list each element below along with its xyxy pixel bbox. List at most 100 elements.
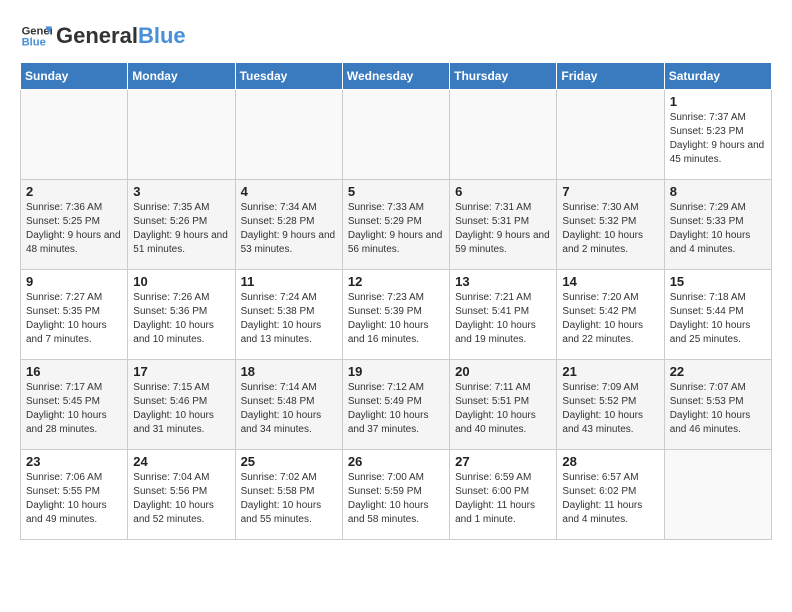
calendar-cell: 27 Sunrise: 6:59 AM Sunset: 6:00 PM Dayli…: [450, 450, 557, 540]
day-number: 11: [241, 274, 337, 289]
day-info: Sunrise: 7:30 AM Sunset: 5:32 PM Dayligh…: [562, 201, 658, 257]
day-info: Sunrise: 7:17 AM Sunset: 5:45 PM Dayligh…: [26, 381, 122, 437]
day-info: Sunrise: 7:37 AM Sunset: 5:23 PM Dayligh…: [670, 111, 766, 167]
calendar-header-row: SundayMondayTuesdayWednesdayThursdayFrid…: [21, 63, 772, 90]
day-number: 18: [241, 364, 337, 379]
day-info: Sunrise: 6:59 AM Sunset: 6:00 PM Dayligh…: [455, 471, 551, 527]
weekday-header-friday: Friday: [557, 63, 664, 90]
day-number: 19: [348, 364, 444, 379]
day-info: Sunrise: 7:31 AM Sunset: 5:31 PM Dayligh…: [455, 201, 551, 257]
calendar-cell: 18 Sunrise: 7:14 AM Sunset: 5:48 PM Dayli…: [235, 360, 342, 450]
day-info: Sunrise: 7:12 AM Sunset: 5:49 PM Dayligh…: [348, 381, 444, 437]
day-number: 14: [562, 274, 658, 289]
day-info: Sunrise: 7:04 AM Sunset: 5:56 PM Dayligh…: [133, 471, 229, 527]
calendar-cell: [128, 90, 235, 180]
weekday-header-wednesday: Wednesday: [342, 63, 449, 90]
calendar-cell: 8 Sunrise: 7:29 AM Sunset: 5:33 PM Daylig…: [664, 180, 771, 270]
day-number: 22: [670, 364, 766, 379]
calendar-cell: 26 Sunrise: 7:00 AM Sunset: 5:59 PM Dayli…: [342, 450, 449, 540]
day-number: 21: [562, 364, 658, 379]
calendar-week-1: 1 Sunrise: 7:37 AM Sunset: 5:23 PM Daylig…: [21, 90, 772, 180]
calendar-cell: [664, 450, 771, 540]
svg-text:Blue: Blue: [22, 37, 46, 49]
day-number: 20: [455, 364, 551, 379]
day-info: Sunrise: 7:23 AM Sunset: 5:39 PM Dayligh…: [348, 291, 444, 347]
calendar-cell: 21Sunrise: 7:09 AM Sunset: 5:52 PM Dayli…: [557, 360, 664, 450]
calendar-week-4: 16 Sunrise: 7:17 AM Sunset: 5:45 PM Dayli…: [21, 360, 772, 450]
day-info: Sunrise: 6:57 AM Sunset: 6:02 PM Dayligh…: [562, 471, 658, 527]
day-number: 4: [241, 184, 337, 199]
weekday-header-saturday: Saturday: [664, 63, 771, 90]
logo-icon: General Blue: [20, 20, 52, 52]
calendar-cell: 23 Sunrise: 7:06 AM Sunset: 5:55 PM Dayli…: [21, 450, 128, 540]
day-number: 16: [26, 364, 122, 379]
day-info: Sunrise: 7:34 AM Sunset: 5:28 PM Dayligh…: [241, 201, 337, 257]
day-info: Sunrise: 7:15 AM Sunset: 5:46 PM Dayligh…: [133, 381, 229, 437]
calendar-cell: [235, 90, 342, 180]
day-info: Sunrise: 7:36 AM Sunset: 5:25 PM Dayligh…: [26, 201, 122, 257]
day-number: 12: [348, 274, 444, 289]
calendar-cell: 13Sunrise: 7:21 AM Sunset: 5:41 PM Dayli…: [450, 270, 557, 360]
calendar-cell: 4 Sunrise: 7:34 AM Sunset: 5:28 PM Daylig…: [235, 180, 342, 270]
page-header: General Blue GeneralBlue: [20, 20, 772, 52]
calendar-cell: 28Sunrise: 6:57 AM Sunset: 6:02 PM Dayli…: [557, 450, 664, 540]
calendar-cell: [557, 90, 664, 180]
day-number: 1: [670, 94, 766, 109]
day-number: 26: [348, 454, 444, 469]
weekday-header-thursday: Thursday: [450, 63, 557, 90]
calendar-cell: 9 Sunrise: 7:27 AM Sunset: 5:35 PM Daylig…: [21, 270, 128, 360]
day-info: Sunrise: 7:18 AM Sunset: 5:44 PM Dayligh…: [670, 291, 766, 347]
calendar-cell: 22 Sunrise: 7:07 AM Sunset: 5:53 PM Dayli…: [664, 360, 771, 450]
day-info: Sunrise: 7:24 AM Sunset: 5:38 PM Dayligh…: [241, 291, 337, 347]
calendar-cell: 19 Sunrise: 7:12 AM Sunset: 5:49 PM Dayli…: [342, 360, 449, 450]
day-number: 10: [133, 274, 229, 289]
calendar-cell: 15 Sunrise: 7:18 AM Sunset: 5:44 PM Dayli…: [664, 270, 771, 360]
calendar-cell: [342, 90, 449, 180]
day-number: 2: [26, 184, 122, 199]
day-info: Sunrise: 7:14 AM Sunset: 5:48 PM Dayligh…: [241, 381, 337, 437]
weekday-header-monday: Monday: [128, 63, 235, 90]
calendar-cell: 2 Sunrise: 7:36 AM Sunset: 5:25 PM Daylig…: [21, 180, 128, 270]
calendar-cell: 5Sunrise: 7:33 AM Sunset: 5:29 PM Daylig…: [342, 180, 449, 270]
calendar-cell: 16 Sunrise: 7:17 AM Sunset: 5:45 PM Dayli…: [21, 360, 128, 450]
day-number: 27: [455, 454, 551, 469]
calendar-cell: [450, 90, 557, 180]
calendar: SundayMondayTuesdayWednesdayThursdayFrid…: [20, 62, 772, 540]
calendar-cell: 14Sunrise: 7:20 AM Sunset: 5:42 PM Dayli…: [557, 270, 664, 360]
calendar-cell: 3 Sunrise: 7:35 AM Sunset: 5:26 PM Daylig…: [128, 180, 235, 270]
day-info: Sunrise: 7:29 AM Sunset: 5:33 PM Dayligh…: [670, 201, 766, 257]
calendar-cell: 17 Sunrise: 7:15 AM Sunset: 5:46 PM Dayli…: [128, 360, 235, 450]
day-info: Sunrise: 7:00 AM Sunset: 5:59 PM Dayligh…: [348, 471, 444, 527]
day-info: Sunrise: 7:35 AM Sunset: 5:26 PM Dayligh…: [133, 201, 229, 257]
day-number: 6: [455, 184, 551, 199]
logo-text: GeneralBlue: [56, 24, 186, 48]
day-number: 3: [133, 184, 229, 199]
day-info: Sunrise: 7:33 AM Sunset: 5:29 PM Dayligh…: [348, 201, 444, 257]
calendar-cell: 1 Sunrise: 7:37 AM Sunset: 5:23 PM Daylig…: [664, 90, 771, 180]
calendar-cell: 6 Sunrise: 7:31 AM Sunset: 5:31 PM Daylig…: [450, 180, 557, 270]
day-number: 25: [241, 454, 337, 469]
calendar-cell: 11 Sunrise: 7:24 AM Sunset: 5:38 PM Dayli…: [235, 270, 342, 360]
calendar-cell: 20 Sunrise: 7:11 AM Sunset: 5:51 PM Dayli…: [450, 360, 557, 450]
day-info: Sunrise: 7:27 AM Sunset: 5:35 PM Dayligh…: [26, 291, 122, 347]
day-info: Sunrise: 7:06 AM Sunset: 5:55 PM Dayligh…: [26, 471, 122, 527]
calendar-cell: 25Sunrise: 7:02 AM Sunset: 5:58 PM Dayli…: [235, 450, 342, 540]
day-info: Sunrise: 7:26 AM Sunset: 5:36 PM Dayligh…: [133, 291, 229, 347]
day-number: 9: [26, 274, 122, 289]
day-number: 23: [26, 454, 122, 469]
weekday-header-tuesday: Tuesday: [235, 63, 342, 90]
calendar-cell: [21, 90, 128, 180]
day-info: Sunrise: 7:07 AM Sunset: 5:53 PM Dayligh…: [670, 381, 766, 437]
calendar-week-3: 9 Sunrise: 7:27 AM Sunset: 5:35 PM Daylig…: [21, 270, 772, 360]
weekday-header-sunday: Sunday: [21, 63, 128, 90]
day-number: 17: [133, 364, 229, 379]
day-info: Sunrise: 7:11 AM Sunset: 5:51 PM Dayligh…: [455, 381, 551, 437]
calendar-cell: 7 Sunrise: 7:30 AM Sunset: 5:32 PM Daylig…: [557, 180, 664, 270]
calendar-cell: 10 Sunrise: 7:26 AM Sunset: 5:36 PM Dayli…: [128, 270, 235, 360]
day-number: 13: [455, 274, 551, 289]
day-number: 15: [670, 274, 766, 289]
day-number: 7: [562, 184, 658, 199]
day-number: 8: [670, 184, 766, 199]
calendar-cell: 24Sunrise: 7:04 AM Sunset: 5:56 PM Dayli…: [128, 450, 235, 540]
calendar-week-2: 2 Sunrise: 7:36 AM Sunset: 5:25 PM Daylig…: [21, 180, 772, 270]
